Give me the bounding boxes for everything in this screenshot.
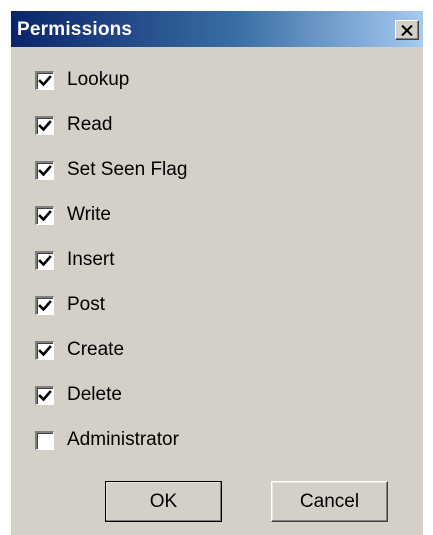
write-checkbox[interactable] [35,205,54,225]
lookup-label: Lookup [67,69,130,90]
insert-label: Insert [67,249,115,270]
cancel-button[interactable]: Cancel [271,481,388,522]
checkmark-icon [38,299,52,311]
close-button[interactable] [395,20,419,40]
checkmark-icon [38,254,52,266]
permission-item-insert[interactable]: Insert [35,248,115,272]
permissions-dialog: Permissions Lookup Read Set Seen Flag Wr… [10,10,423,535]
checkmark-icon [38,74,52,86]
checkmark-icon [38,389,52,401]
read-label: Read [67,114,113,135]
create-label: Create [67,339,125,360]
title-bar[interactable]: Permissions [11,11,423,47]
administrator-checkbox[interactable] [35,430,54,450]
read-checkbox[interactable] [35,115,54,135]
post-checkbox[interactable] [35,295,54,315]
permission-item-lookup[interactable]: Lookup [35,68,129,92]
post-label: Post [67,294,106,315]
permission-item-delete[interactable]: Delete [35,383,122,407]
permission-item-create[interactable]: Create [35,338,124,362]
checkmark-icon [38,164,52,176]
insert-checkbox[interactable] [35,250,54,270]
checkmark-icon [38,344,52,356]
write-label: Write [67,204,111,225]
permission-item-write[interactable]: Write [35,203,111,227]
permission-item-administrator[interactable]: Administrator [35,428,179,452]
delete-label: Delete [67,384,122,405]
close-icon [401,24,413,36]
set-seen-flag-checkbox[interactable] [35,160,54,180]
administrator-label: Administrator [67,429,179,450]
create-checkbox[interactable] [35,340,54,360]
ok-button[interactable]: OK [105,481,222,522]
permission-item-set-seen-flag[interactable]: Set Seen Flag [35,158,187,182]
delete-checkbox[interactable] [35,385,54,405]
lookup-checkbox[interactable] [35,70,54,90]
dialog-title: Permissions [17,19,133,40]
permission-item-post[interactable]: Post [35,293,105,317]
permission-item-read[interactable]: Read [35,113,112,137]
set-seen-flag-label: Set Seen Flag [67,159,188,180]
checkmark-icon [38,119,52,131]
checkmark-icon [38,209,52,221]
